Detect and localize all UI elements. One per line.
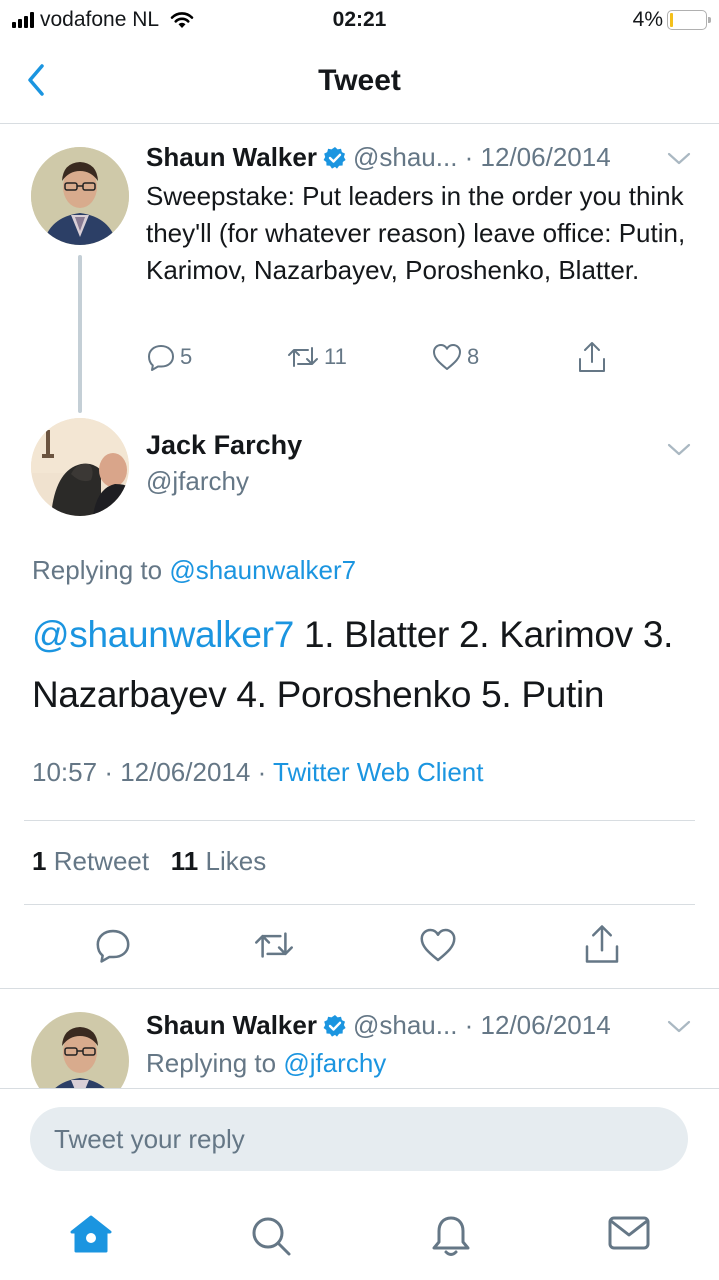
share-icon (579, 342, 605, 372)
thread-connector-line (78, 255, 82, 413)
dot-separator: · (257, 757, 273, 787)
mention-link[interactable]: @shaunwalker7 (32, 614, 294, 655)
engagement-stats: 1 Retweet 11 Likes (32, 846, 266, 877)
notifications-icon[interactable] (430, 1214, 472, 1258)
verified-badge-icon (323, 146, 346, 169)
reply-icon[interactable] (94, 926, 132, 964)
reply-input[interactable]: Tweet your reply (30, 1107, 688, 1171)
reply-count: 5 (180, 344, 193, 369)
heart-icon[interactable] (418, 926, 458, 964)
reply-action[interactable]: 5 (146, 342, 192, 372)
client-link[interactable]: Twitter Web Client (273, 757, 483, 787)
retweets-stat[interactable]: 1 Retweet (32, 846, 149, 876)
author-handle: @shau... (352, 142, 458, 172)
author-handle: @shau... (352, 1010, 458, 1040)
likes-stat[interactable]: 11 Likes (171, 846, 266, 876)
tweet-meta: 10:57 · 12/06/2014 · Twitter Web Client (32, 757, 483, 788)
divider (24, 904, 695, 905)
dot-separator: · (457, 142, 481, 172)
chevron-down-icon[interactable] (667, 1020, 691, 1034)
chevron-down-icon[interactable] (667, 152, 691, 166)
share-icon[interactable] (582, 922, 622, 966)
focus-tweet-actions (0, 920, 719, 972)
parent-tweet-header: Shaun Walker @shau... · 12/06/2014 (146, 142, 611, 173)
status-time: 02:21 (332, 8, 387, 31)
status-bar: vodafone NL 02:21 4% (0, 0, 719, 40)
replying-prefix: Replying to (32, 555, 163, 585)
replying-to-line: Replying to @shaunwalker7 (32, 555, 356, 586)
dot-separator: · (104, 757, 121, 787)
parent-tweet-actions: 5 11 8 (146, 340, 616, 376)
tweet-time: 10:57 (32, 757, 98, 787)
section-separator (0, 988, 719, 989)
status-right: 4% (632, 8, 711, 32)
author-name[interactable]: Shaun Walker (146, 1010, 317, 1041)
like-total: 11 (170, 846, 199, 876)
nav-bar: Tweet (0, 40, 719, 124)
retweet-label: Retweet (53, 846, 150, 876)
battery-percent: 4% (632, 8, 663, 31)
avatar-shaun-walker[interactable] (31, 147, 129, 245)
messages-icon[interactable] (608, 1216, 650, 1250)
replying-prefix: Replying to (146, 1048, 277, 1078)
verified-badge-icon (323, 1014, 346, 1037)
reply-icon (148, 345, 174, 371)
replying-handle-link[interactable]: @jfarchy (283, 1048, 386, 1079)
focus-author-handle[interactable]: @jfarchy (146, 466, 249, 497)
heart-icon (433, 344, 461, 370)
focus-tweet-text: @shaunwalker7 1. Blatter 2. Karimov 3. N… (32, 605, 702, 725)
share-action[interactable] (576, 340, 608, 374)
parent-tweet-text: Sweepstake: Put leaders in the order you… (146, 181, 686, 285)
home-icon[interactable] (68, 1214, 114, 1254)
tweet-date: 12/06/2014 (480, 142, 611, 172)
reply-replying-line: Replying to @jfarchy (146, 1048, 386, 1079)
tweet-date: 12/06/2014 (480, 1010, 611, 1040)
tweet-date: 12/06/2014 (120, 757, 251, 787)
battery-icon (667, 10, 711, 30)
like-count: 8 (467, 344, 480, 369)
focus-author-name[interactable]: Jack Farchy (146, 430, 302, 461)
replying-handle-link[interactable]: @shaunwalker7 (169, 555, 356, 585)
retweet-total: 1 (32, 846, 47, 876)
chevron-down-icon[interactable] (667, 443, 691, 457)
page-title: Tweet (318, 64, 401, 97)
divider (24, 820, 695, 821)
retweet-action[interactable]: 11 (286, 342, 347, 372)
like-action[interactable]: 8 (431, 342, 479, 372)
dot-separator: · (457, 1010, 481, 1040)
like-label: Likes (205, 846, 267, 876)
retweet-icon[interactable] (252, 926, 296, 964)
author-name[interactable]: Shaun Walker (146, 142, 317, 173)
reply-tweet-header: Shaun Walker @shau... · 12/06/2014 (146, 1010, 611, 1041)
search-icon[interactable] (249, 1214, 293, 1258)
retweet-icon (288, 347, 318, 367)
retweet-count: 11 (324, 344, 347, 369)
avatar-jack-farchy[interactable] (31, 418, 129, 516)
